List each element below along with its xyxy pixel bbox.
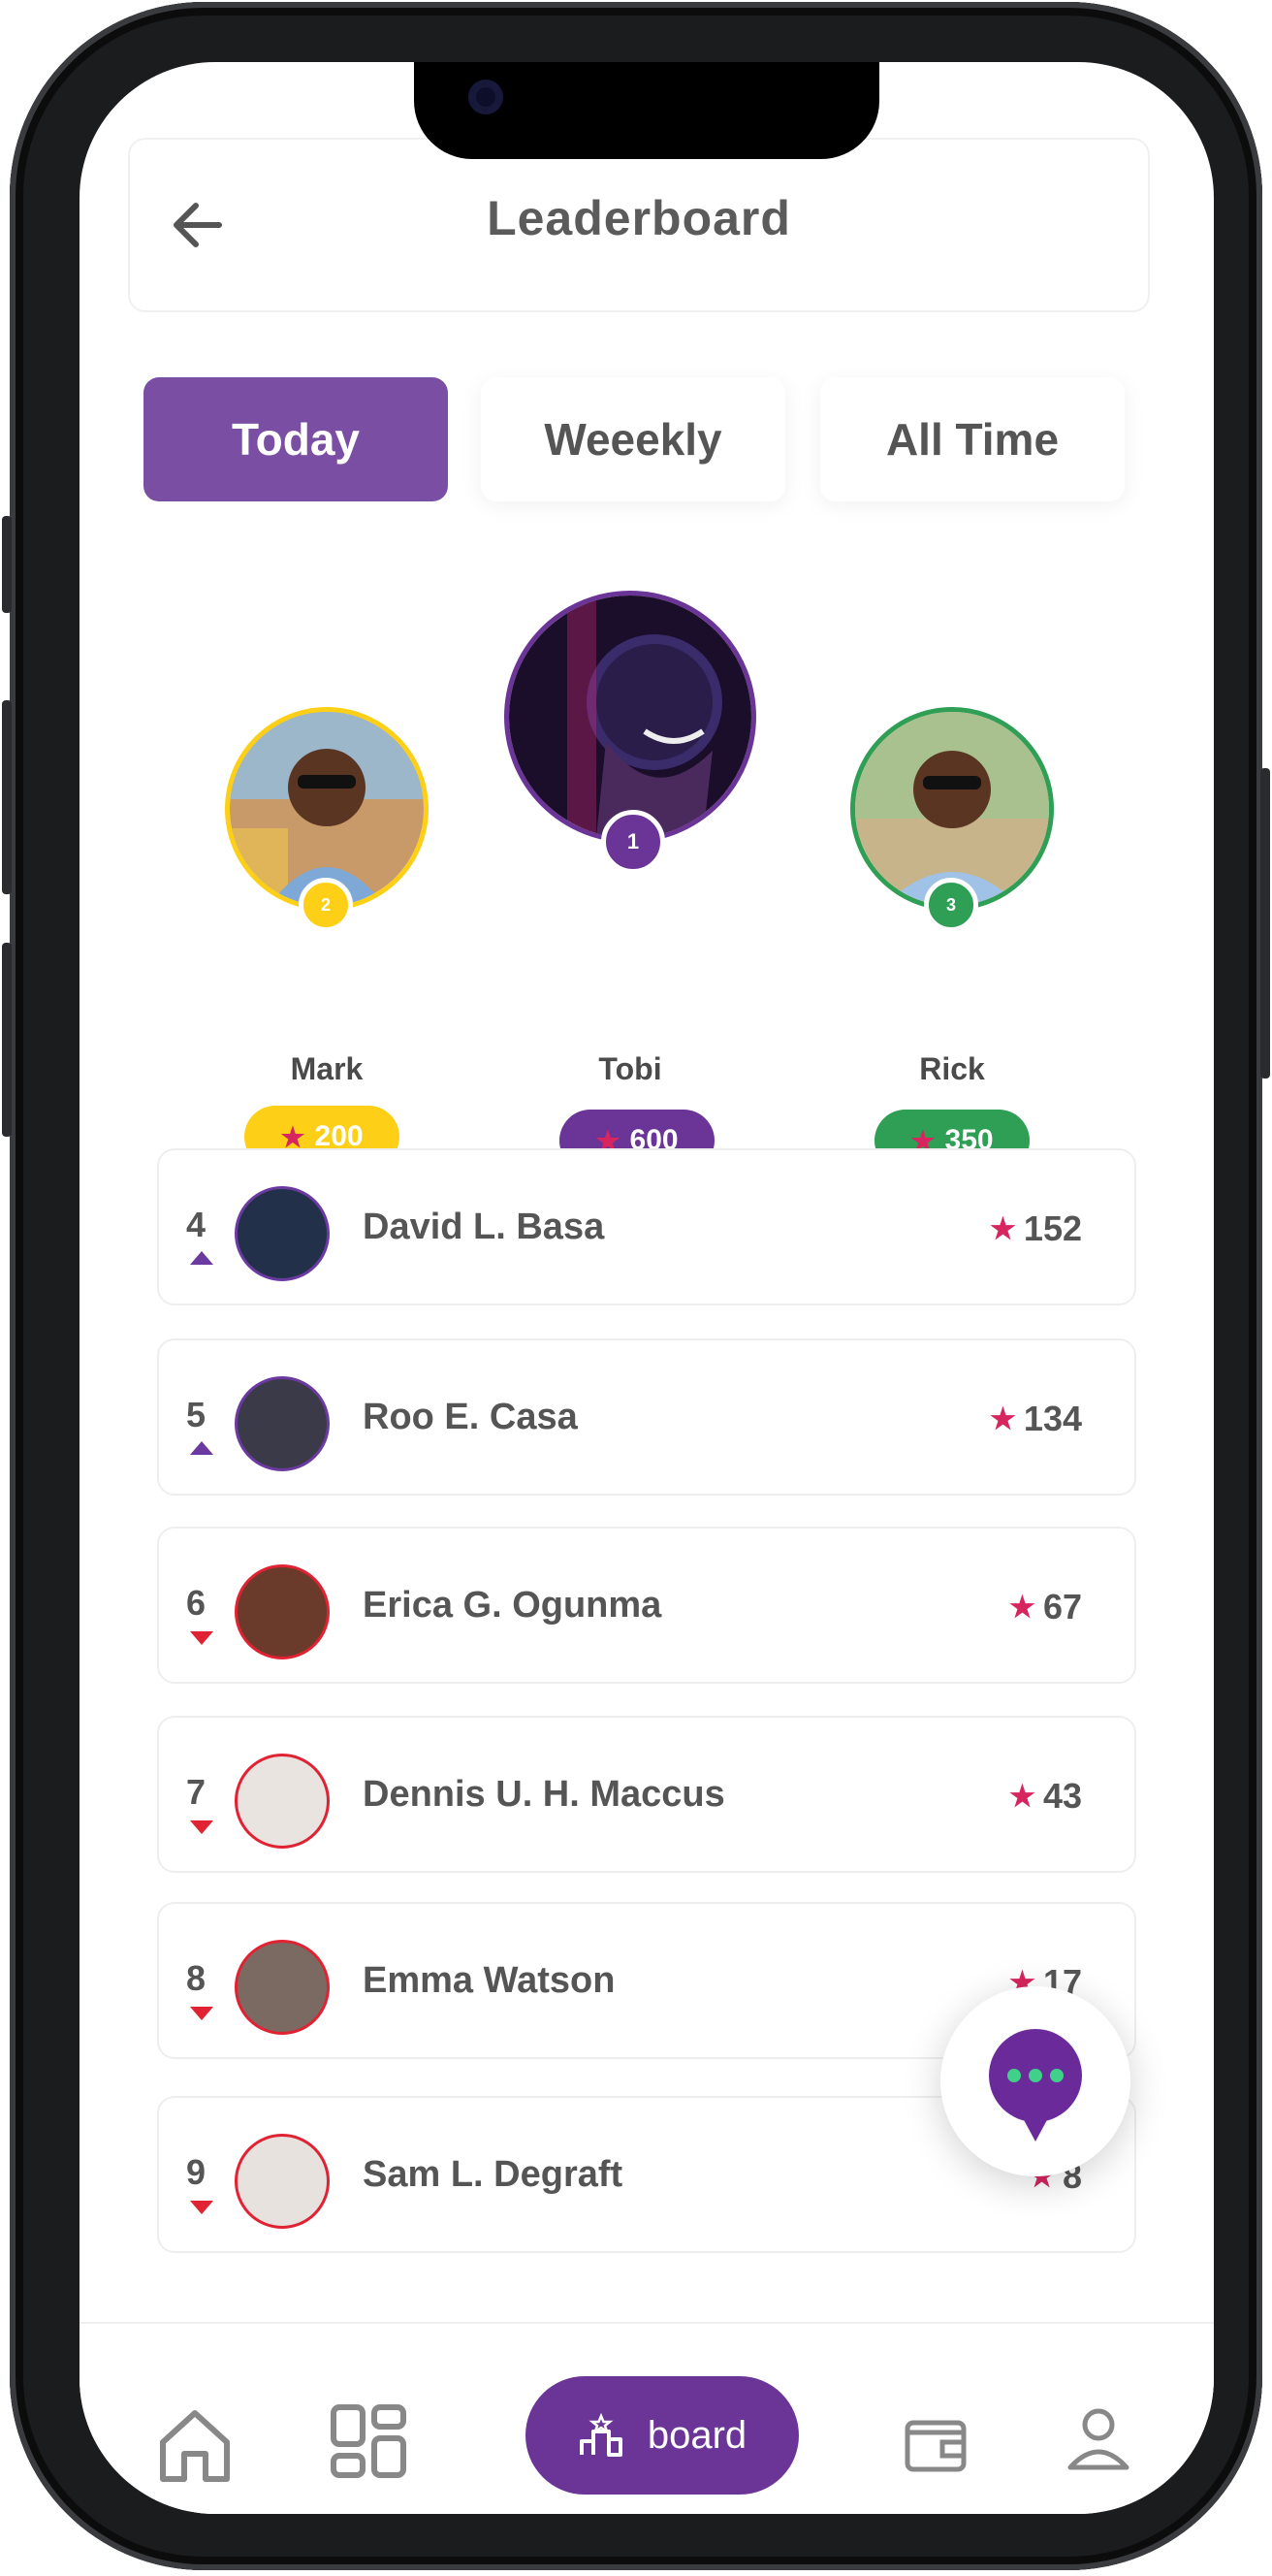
avatar [235, 1564, 330, 1659]
player-name: Sam L. Degraft [363, 2154, 623, 2195]
volume-up-button [2, 700, 12, 894]
avatar [235, 1376, 330, 1471]
player-name: Erica G. Ogunma [363, 1585, 662, 1626]
chat-fab-button[interactable] [940, 1986, 1130, 2176]
chat-bubble-icon [989, 2029, 1082, 2141]
avatar [235, 1754, 330, 1849]
player-score: ★ 152 [990, 1208, 1082, 1248]
front-camera [468, 80, 503, 114]
volume-down-button [2, 943, 12, 1137]
page-title: Leaderboard [487, 191, 791, 245]
player-name: Roo E. Casa [363, 1397, 578, 1437]
rank-number: 4 [186, 1205, 207, 1244]
silent-switch [2, 516, 12, 613]
player-name: Dennis U. H. Maccus [363, 1774, 725, 1815]
profile-icon[interactable] [1065, 2405, 1132, 2473]
avatar [235, 1186, 330, 1281]
player-name: David L. Basa [363, 1207, 605, 1247]
avatar [504, 591, 756, 843]
rank-number: 9 [186, 2152, 207, 2192]
home-icon[interactable] [155, 2405, 235, 2485]
player-name: Emma Watson [363, 1960, 616, 2001]
leaderboard-row[interactable]: 7 Dennis U. H. Maccus ★ 43 [157, 1716, 1136, 1873]
star-icon: ★ [1009, 1780, 1035, 1813]
star-icon: ★ [990, 1212, 1016, 1245]
bottom-navigation: board [80, 2322, 1214, 2514]
podium-name-mark: Mark [290, 1051, 364, 1086]
rank-down-icon [190, 2007, 213, 2020]
rank-number: 7 [186, 1772, 207, 1812]
leaderboard-row[interactable]: 5 Roo E. Casa ★ 134 [157, 1338, 1136, 1496]
rank-down-icon [190, 1631, 213, 1645]
podium-second-place[interactable]: 2 [225, 707, 429, 1056]
rank-up-icon [190, 1441, 213, 1455]
podium-icon [579, 2412, 622, 2457]
tab-today[interactable]: Today [143, 377, 448, 501]
rank-badge-3: 3 [924, 878, 978, 932]
rank-number: 5 [186, 1395, 207, 1434]
nav-leaderboard-button[interactable]: board [525, 2376, 799, 2495]
star-icon: ★ [1009, 1591, 1035, 1624]
rank-down-icon [190, 2201, 213, 2214]
rank-down-icon [190, 1820, 213, 1834]
player-score: ★ 134 [990, 1399, 1082, 1438]
rank-up-icon [190, 1251, 213, 1265]
period-tabs: Today Weeekly All Time [143, 377, 1152, 503]
header-bar: Leaderboard [128, 138, 1150, 312]
notch [414, 62, 879, 159]
phone-frame: Leaderboard Today Weeekly All Time 2 Mar… [2, 2, 1270, 2570]
podium-name-tobi: Tobi [598, 1051, 662, 1086]
rank-badge-1: 1 [601, 810, 665, 874]
app-screen: Leaderboard Today Weeekly All Time 2 Mar… [80, 62, 1214, 2514]
grid-icon[interactable] [330, 2403, 409, 2483]
player-score: ★ 67 [1009, 1587, 1082, 1626]
avatar [235, 1940, 330, 2035]
rank-badge-2: 2 [299, 878, 353, 932]
podium-first-place[interactable]: 1 [504, 591, 756, 882]
nav-active-label: board [647, 2413, 747, 2457]
star-icon: ★ [990, 1402, 1016, 1435]
podium-third-place[interactable]: 3 [850, 707, 1054, 1056]
leaderboard-row[interactable]: 6 Erica G. Ogunma ★ 67 [157, 1527, 1136, 1684]
player-score: ★ 43 [1009, 1776, 1082, 1816]
tab-all-time[interactable]: All Time [820, 377, 1125, 501]
power-button [1260, 768, 1270, 1079]
avatar [235, 2134, 330, 2229]
rank-number: 6 [186, 1583, 207, 1623]
leaderboard-row[interactable]: 4 David L. Basa ★ 152 [157, 1148, 1136, 1305]
tab-weekly[interactable]: Weeekly [481, 377, 785, 501]
rank-number: 8 [186, 1958, 207, 1998]
podium-name-rick: Rick [919, 1051, 985, 1086]
wallet-icon[interactable] [904, 2411, 968, 2475]
